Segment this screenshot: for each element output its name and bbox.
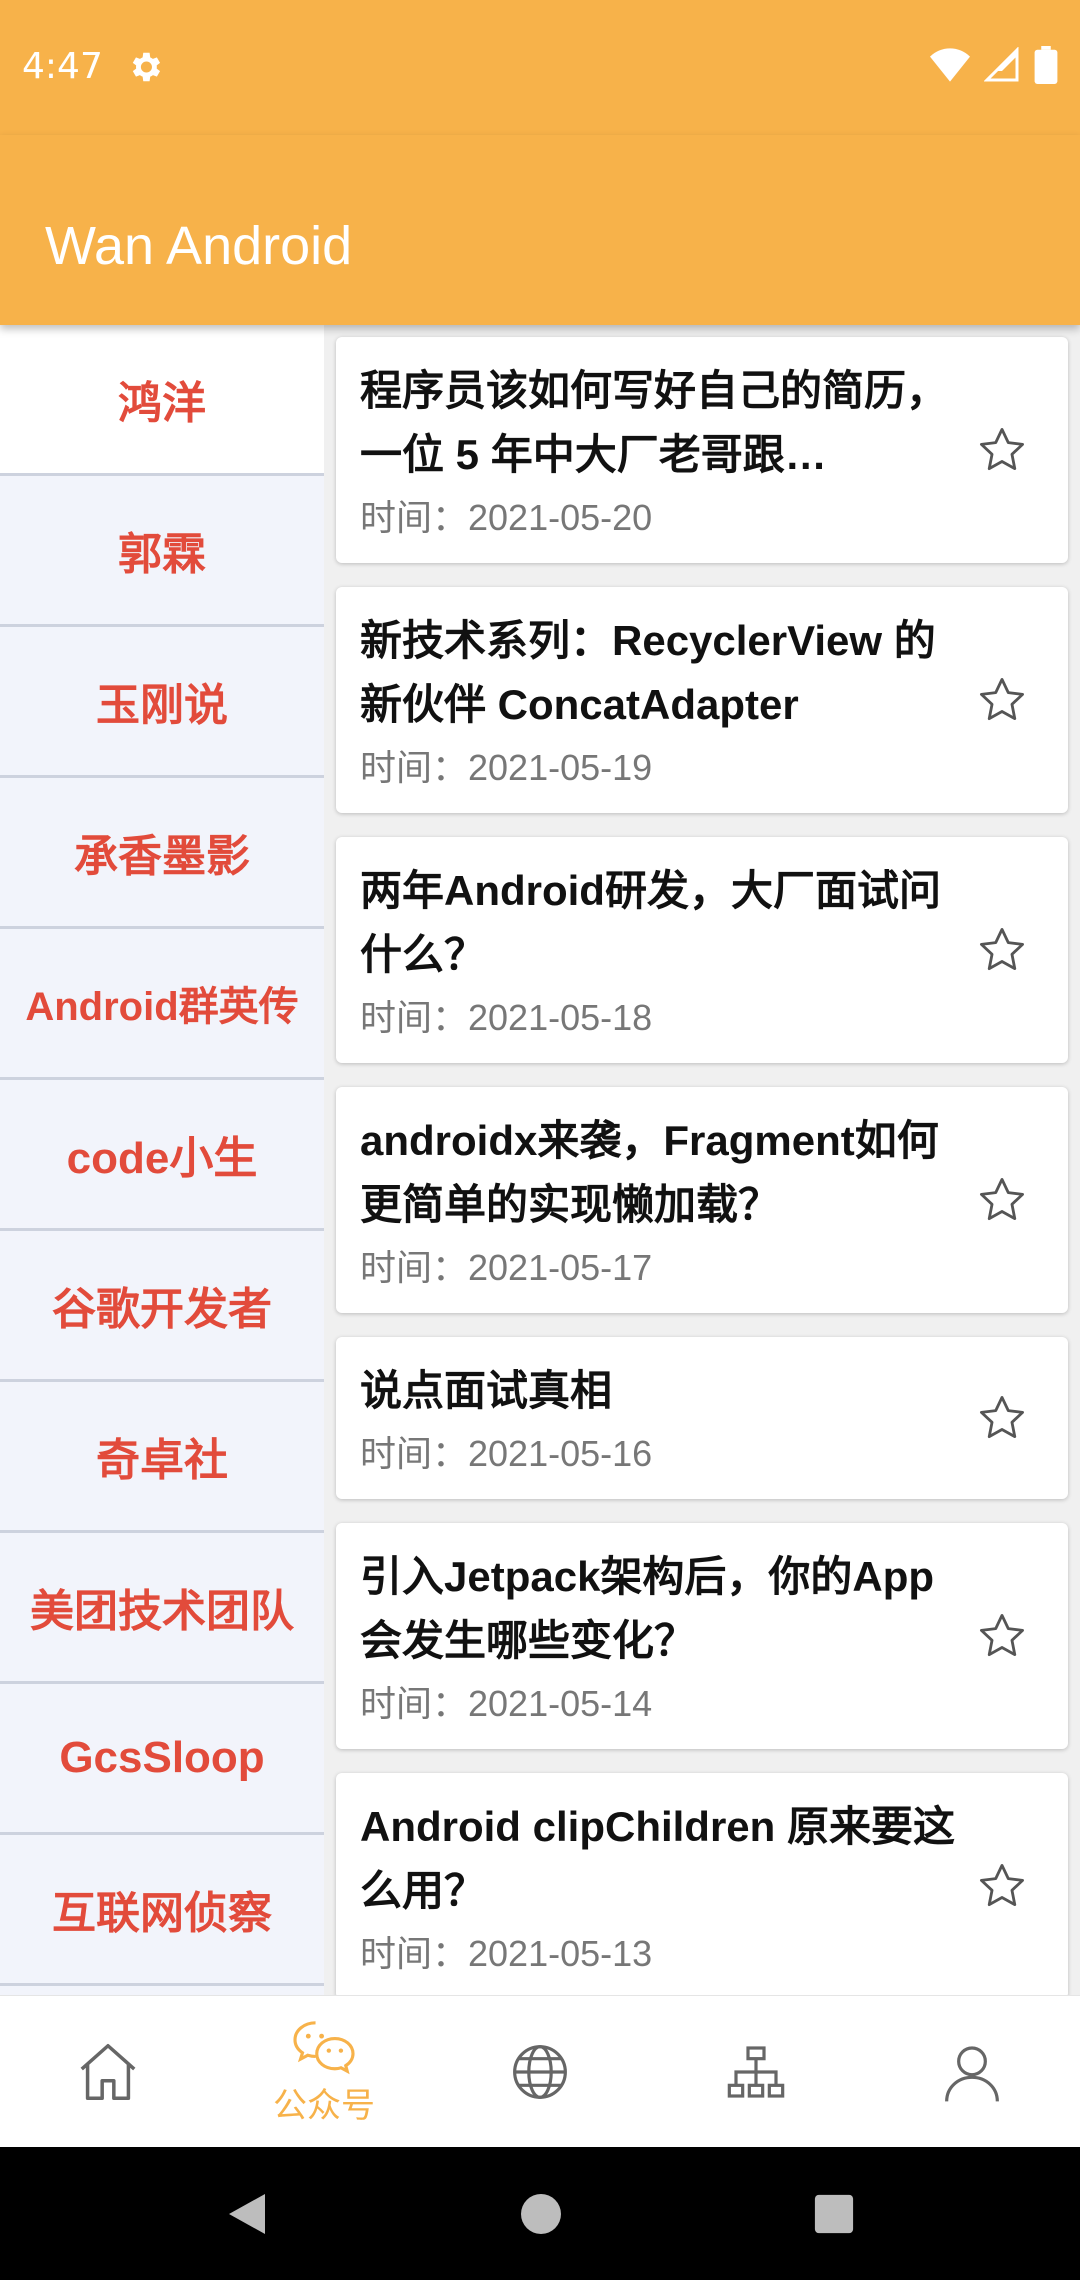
article-date: 时间：2021-05-16 (360, 1433, 653, 1474)
globe-icon (513, 2045, 567, 2099)
article-date: 时间：2021-05-14 (360, 1683, 653, 1724)
article-title: androidx来袭，Fragment如何更简单的实现懒加载？ (360, 1117, 939, 1228)
star-icon[interactable] (976, 1392, 1028, 1444)
bottom-navigation: 公众号 (0, 1995, 1080, 2148)
article-card[interactable]: 新技术系列：RecyclerView 的新伙伴 ConcatAdapter 时间… (336, 587, 1068, 813)
nav-label: 公众号 (273, 2085, 375, 2126)
nav-official-accounts[interactable]: 公众号 (216, 1996, 432, 2148)
article-card[interactable]: 引入Jetpack架构后，你的App会发生哪些变化？ 时间：2021-05-14 (336, 1523, 1068, 1749)
person-icon (945, 2046, 999, 2102)
star-icon[interactable] (976, 1174, 1028, 1226)
app-toolbar: Wan Android (0, 135, 1080, 325)
nav-home[interactable] (0, 1996, 216, 2148)
article-list[interactable]: 程序员该如何写好自己的简历，一位 5 年中大厂老哥跟… 时间：2021-05-2… (324, 325, 1080, 1995)
recents-icon[interactable] (813, 2193, 855, 2235)
article-title: 两年Android研发，大厂面试问什么？ (360, 867, 941, 978)
article-title: 新技术系列：RecyclerView 的新伙伴 ConcatAdapter (360, 617, 936, 728)
system-navigation-bar (0, 2147, 1080, 2280)
nav-system[interactable] (648, 1996, 864, 2148)
tree-icon (727, 2046, 785, 2098)
sidebar-item[interactable]: 谷歌开发者 (0, 1231, 324, 1382)
sidebar-item[interactable]: 玉刚说 (0, 627, 324, 778)
account-sidebar[interactable]: 鸿洋 郭霖 玉刚说 承香墨影 Android群英传 code小生 谷歌开发者 奇… (0, 325, 324, 1995)
home-icon (80, 2044, 136, 2100)
article-title: 说点面试真相 (360, 1367, 613, 1414)
app-title: Wan Android (45, 216, 353, 276)
sidebar-item[interactable]: 承香墨影 (0, 778, 324, 929)
star-icon[interactable] (976, 924, 1028, 976)
sidebar-item[interactable]: GcsSloop (0, 1684, 324, 1835)
sidebar-item[interactable]: 美团技术团队 (0, 1533, 324, 1684)
wechat-icon (293, 2020, 355, 2074)
article-card[interactable]: Android clipChildren 原来要这么用？ 时间：2021-05-… (336, 1773, 1068, 1995)
status-bar: 4:47 (0, 0, 1080, 135)
article-card[interactable]: androidx来袭，Fragment如何更简单的实现懒加载？ 时间：2021-… (336, 1087, 1068, 1313)
wifi-icon (930, 48, 970, 82)
back-icon[interactable] (225, 2190, 269, 2238)
sidebar-item[interactable]: code小生 (0, 1080, 324, 1231)
nav-square[interactable] (432, 1996, 648, 2148)
article-date: 时间：2021-05-17 (360, 1247, 653, 1288)
article-card[interactable]: 两年Android研发，大厂面试问什么？ 时间：2021-05-18 (336, 837, 1068, 1063)
battery-icon (1034, 46, 1058, 84)
article-card[interactable]: 说点面试真相 时间：2021-05-16 (336, 1337, 1068, 1499)
article-date: 时间：2021-05-18 (360, 997, 653, 1038)
sidebar-item[interactable]: 郭霖 (0, 476, 324, 627)
article-date: 时间：2021-05-20 (360, 497, 653, 538)
nav-profile[interactable] (864, 1996, 1080, 2148)
star-icon[interactable] (976, 424, 1028, 476)
article-title: 程序员该如何写好自己的简历，一位 5 年中大厂老哥跟… (360, 367, 949, 478)
star-icon[interactable] (976, 1610, 1028, 1662)
star-icon[interactable] (976, 674, 1028, 726)
sidebar-item[interactable]: 互联网侦察 (0, 1835, 324, 1986)
sidebar-item[interactable]: 鸿洋 (0, 325, 324, 476)
article-date: 时间：2021-05-19 (360, 747, 653, 788)
settings-icon (132, 52, 161, 82)
star-icon[interactable] (976, 1860, 1028, 1912)
status-time: 4:47 (22, 46, 103, 87)
sidebar-item[interactable]: Android群英传 (0, 929, 324, 1080)
article-title: 引入Jetpack架构后，你的App会发生哪些变化？ (360, 1553, 935, 1664)
article-date: 时间：2021-05-13 (360, 1933, 653, 1974)
article-title: Android clipChildren 原来要这么用？ (360, 1803, 955, 1914)
home-button-icon[interactable] (519, 2192, 563, 2236)
article-card[interactable]: 程序员该如何写好自己的简历，一位 5 年中大厂老哥跟… 时间：2021-05-2… (336, 337, 1068, 563)
sidebar-item[interactable]: 奇卓社 (0, 1382, 324, 1533)
signal-icon (984, 47, 1019, 82)
